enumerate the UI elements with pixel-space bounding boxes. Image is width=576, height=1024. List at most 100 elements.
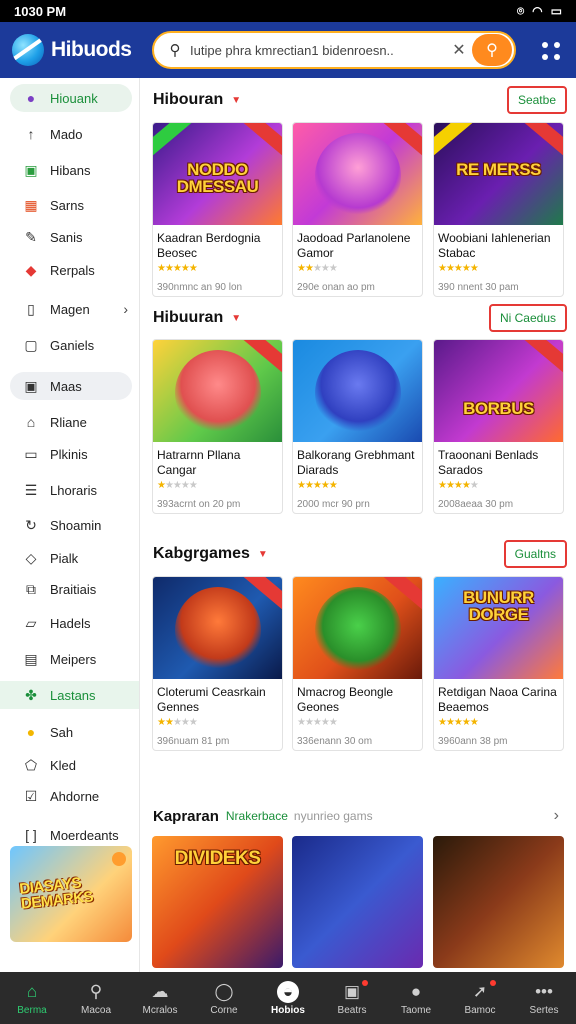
shield-icon: ⬠ <box>24 756 38 773</box>
sidebar-item-moerdeants[interactable]: [ ] Moerdeants <box>10 821 132 849</box>
calendar-icon: ▤ <box>24 650 38 667</box>
game-card[interactable]: BUNURR DORGE Retdigan Naoa Carina Beaemo… <box>433 576 564 751</box>
ribbon-badge <box>434 123 474 161</box>
game-card[interactable]: BORBUS Traoonani Benlads Sarados ★★★★★ 2… <box>433 339 564 514</box>
game-title: Woobiani Iahlenerian Stabac <box>438 231 551 260</box>
game-meta: 3960ann 38 pm <box>438 736 508 747</box>
bottom-navigation: ⌂ Berma ⚲ Macoa ☁ Mcralos ◯ Corne ◒ Hobios ▣ B… <box>0 972 576 1024</box>
nav-item-mcralos[interactable]: ☁ Mcralos <box>128 972 192 1024</box>
location-icon: ⌾ <box>516 3 525 18</box>
section-title: Hibouran <box>153 91 224 108</box>
rating-stars: ★★★★★ <box>297 480 338 491</box>
user-icon: ● <box>410 981 422 1001</box>
sidebar-item-ganiels[interactable]: ▢ Ganiels <box>10 331 132 359</box>
sidebar-item-lhoraris[interactable]: ☰ Lhoraris <box>10 476 132 504</box>
section-title: Kabgrgames <box>153 545 250 562</box>
sidebar-item-hadels[interactable]: ▱ Hadels <box>10 609 132 637</box>
bracket-icon: [ ] <box>25 827 37 843</box>
game-card[interactable]: Nmacrog Beongle Geones ★★★★★ 336enann 30… <box>292 576 423 751</box>
sidebar-item-plkinis[interactable]: ▭ Plkinis <box>10 440 132 468</box>
sidebar-item-braitiais[interactable]: ⧉ Braitiais <box>10 575 132 603</box>
folder-icon: ▱ <box>25 614 37 631</box>
rating-stars: ★★★★★ <box>297 717 338 728</box>
status-bar: 1030 PM ⌾ ◠ ▭ <box>0 0 576 22</box>
home-icon: ⌂ <box>26 414 36 430</box>
calendar-icon: ▣ <box>343 981 361 1001</box>
game-card[interactable]: Hatrarnn Pllana Cangar ★★★★★ 393acrnt on… <box>152 339 283 514</box>
game-thumbnail: NODDO DMESSAU <box>153 123 282 225</box>
nav-item-taome[interactable]: ● Taome <box>384 972 448 1024</box>
game-meta: 2008aeaa 30 pm <box>438 499 514 510</box>
circle-icon: ◯ <box>214 981 234 1001</box>
nav-item-macoa[interactable]: ⚲ Macoa <box>64 972 128 1024</box>
game-card[interactable]: Cloterumi Ceasrkain Gennes ★★★★★ 396nuam… <box>152 576 283 751</box>
section-see-all-button[interactable]: Gualtns <box>503 540 567 568</box>
caret-down-icon[interactable]: ▼ <box>231 95 241 106</box>
sidebar: ● Hiouank ↑ Mado ▣ Hibans ▦ Sarns ✎ Sanis ◆ Re… <box>0 78 140 972</box>
refresh-icon: ↻ <box>25 516 37 533</box>
search-input[interactable] <box>190 42 446 58</box>
caret-down-icon[interactable]: ▼ <box>231 313 241 324</box>
app-logo[interactable]: Hibuods <box>12 34 142 66</box>
chat-icon: ▣ <box>24 377 38 394</box>
document-icon: ▭ <box>24 445 38 462</box>
nav-item-hobios[interactable]: ◒ Hobios <box>256 972 320 1024</box>
game-card[interactable]: Balkorang Grebhmant Diarads ★★★★★ 2000 m… <box>292 339 423 514</box>
sidebar-item-mado[interactable]: ↑ Mado <box>10 120 132 148</box>
sidebar-item-pialk[interactable]: ◇ Pialk <box>10 544 132 572</box>
rating-stars: ★★★★★ <box>438 717 479 728</box>
sidebar-item-sanis[interactable]: ✎ Sanis <box>10 223 132 251</box>
apps-grid-icon[interactable] <box>540 40 562 62</box>
character-art <box>315 350 401 436</box>
sidebar-item-sarns[interactable]: ▦ Sarns <box>10 191 132 219</box>
more-section-header[interactable]: Kapraran Nrakerbace nyunrieo gams › <box>153 804 567 828</box>
game-title: Kaadran Berdognia Beosec <box>157 231 261 260</box>
game-title: Nmacrog Beongle Geones <box>297 685 394 714</box>
sidebar-item-sah[interactable]: ● Sah <box>10 718 132 746</box>
sidebar-item-hibans[interactable]: ▣ Hibans <box>10 156 132 184</box>
caret-down-icon[interactable]: ▼ <box>258 549 268 560</box>
sidebar-item-magen[interactable]: ▯ Magen › <box>10 295 132 323</box>
game-meta: 390nmnc an 90 lon <box>157 282 243 293</box>
game-card[interactable]: Jaodoad Parlanolene Gamor ★★★★★ 290e ona… <box>292 122 423 297</box>
rating-stars: ★★★★★ <box>157 480 198 491</box>
clear-icon[interactable]: ✕ <box>446 40 472 60</box>
nav-item-corne[interactable]: ◯ Corne <box>192 972 256 1024</box>
sidebar-item-ahdorne[interactable]: ☑ Ahdorne <box>10 782 132 810</box>
chevron-right-icon[interactable]: › <box>554 807 559 825</box>
more-subtitle: nyunrieo gams <box>293 809 373 823</box>
sidebar-item-maas[interactable]: ▣ Maas <box>10 372 132 400</box>
check-icon: ☑ <box>24 787 38 804</box>
sidebar-promo-banner[interactable]: DIASAYS DEMARKS <box>10 846 132 942</box>
thumbnail-art-text: BORBUS <box>463 399 534 418</box>
sidebar-item-rerpals[interactable]: ◆ Rerpals <box>10 256 132 284</box>
section-see-all-button[interactable]: Ni Caedus <box>488 304 567 332</box>
sidebar-item-meipers[interactable]: ▤ Meipers <box>10 645 132 673</box>
game-thumbnail: RE MERSS <box>434 123 563 225</box>
gift-icon: ▣ <box>24 161 38 178</box>
more-icon: ••• <box>535 981 553 1001</box>
nav-item-sertes[interactable]: ••• Sertes <box>512 972 576 1024</box>
game-card[interactable]: DIVIDEKS <box>152 836 283 968</box>
sidebar-item-rliane[interactable]: ⌂ Rliane <box>10 408 132 436</box>
nav-item-beatrs[interactable]: ▣ Beatrs <box>320 972 384 1024</box>
game-card[interactable]: RE MERSS Woobiani Iahlenerian Stabac ★★★… <box>433 122 564 297</box>
game-card[interactable]: NODDO DMESSAU Kaadran Berdognia Beosec ★… <box>152 122 283 297</box>
search-button[interactable]: ⚲ <box>472 34 512 66</box>
home-icon: ⌂ <box>26 981 38 1001</box>
thumbnail-art-text: RE MERSS <box>456 160 541 179</box>
game-card[interactable] <box>433 836 564 968</box>
search-icon: ⚲ <box>486 42 498 59</box>
sidebar-item-lastans[interactable]: ✤ Lastans <box>0 681 139 709</box>
sidebar-item-hiouank[interactable]: ● Hiouank <box>10 84 132 112</box>
character-art <box>315 133 401 219</box>
sidebar-item-shoamin[interactable]: ↻ Shoamin <box>10 511 132 539</box>
nav-item-bamoc[interactable]: ➚ Bamoc <box>448 972 512 1024</box>
game-thumbnail <box>293 123 422 225</box>
rating-stars: ★★★★★ <box>297 263 338 274</box>
sidebar-item-kled[interactable]: ⬠ Kled <box>10 751 132 779</box>
game-card[interactable] <box>292 836 423 968</box>
section-see-all-button[interactable]: Seatbe <box>506 86 567 114</box>
nav-item-berma[interactable]: ⌂ Berma <box>0 972 64 1024</box>
gamepad-icon: ☁ <box>151 981 169 1001</box>
